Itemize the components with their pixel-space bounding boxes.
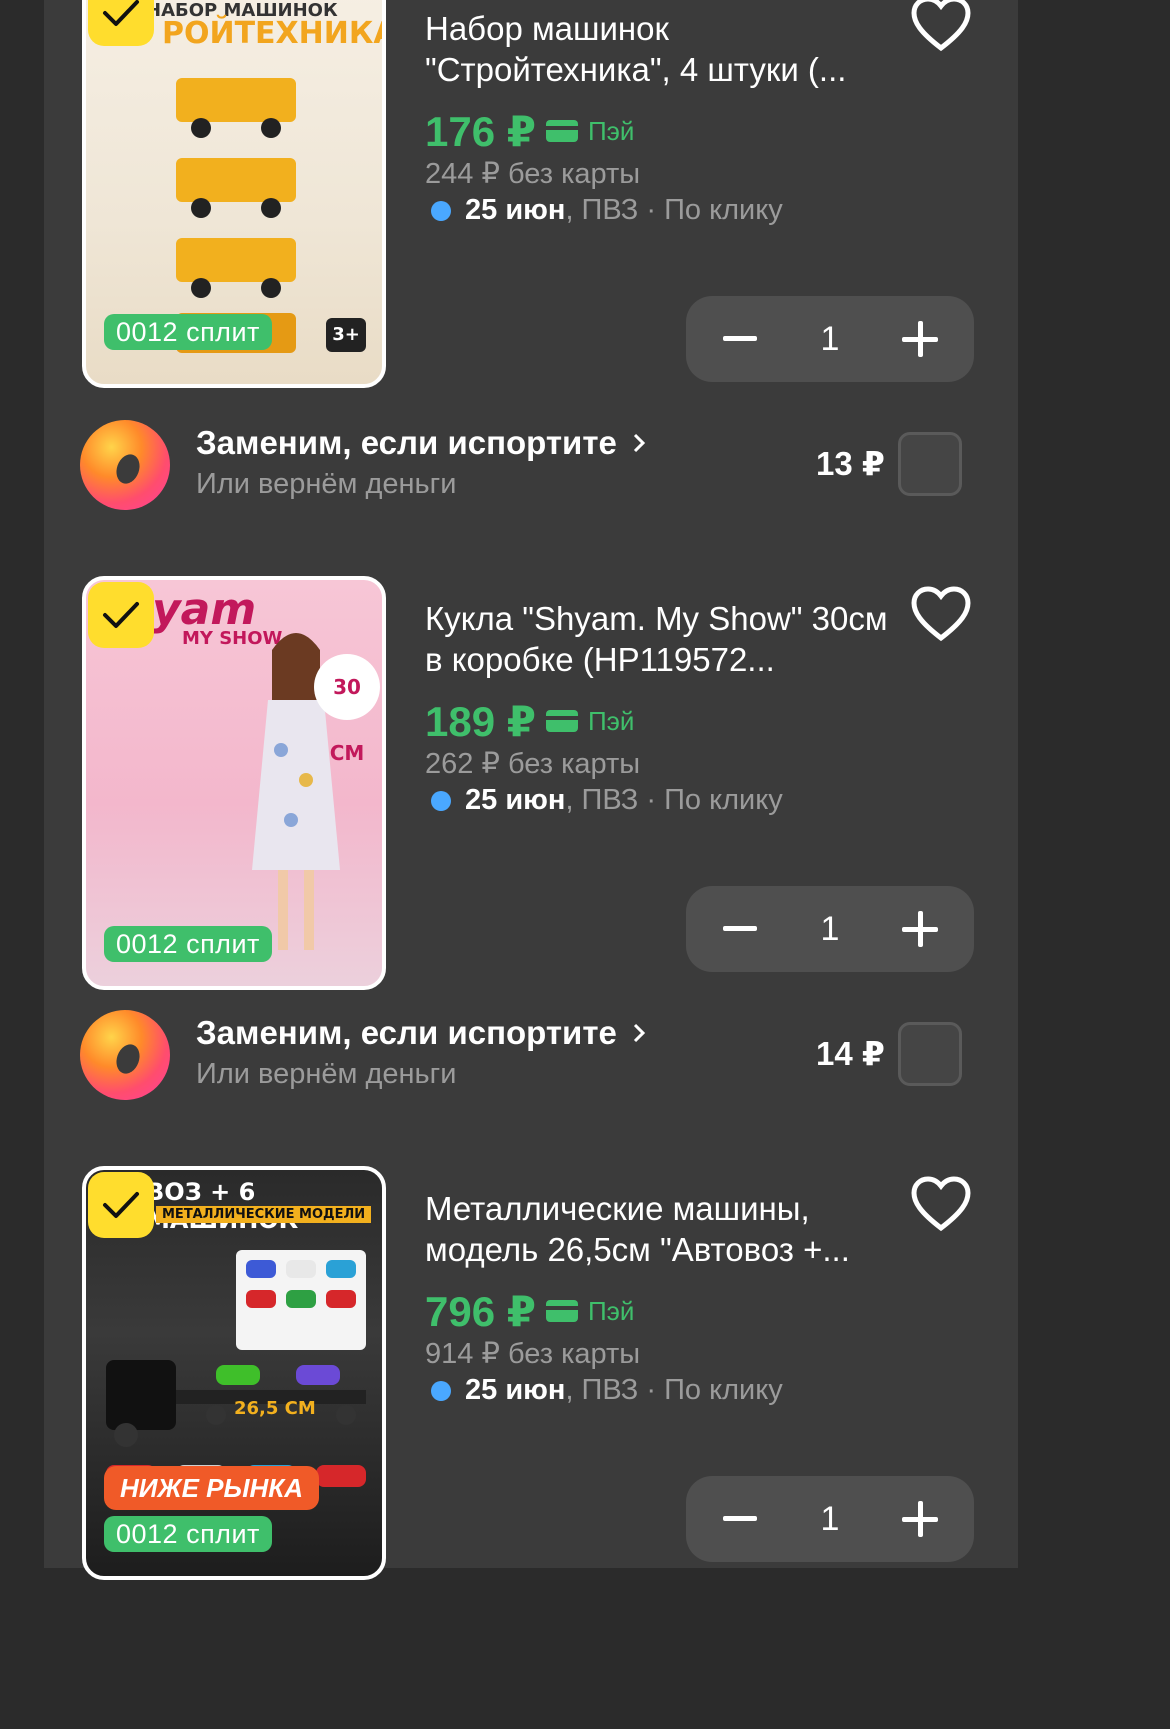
check-icon [103,1192,139,1218]
pay-label: Пэй [587,1295,635,1326]
delivery-info: 25 июн , ПВЗ · По клику [425,1374,783,1407]
delivery-date: 25 июн [465,194,566,226]
heart-icon[interactable] [910,586,972,642]
check-icon [103,602,139,628]
increase-button[interactable] [900,909,940,949]
increase-button[interactable] [900,319,940,359]
decrease-button[interactable] [720,909,760,949]
below-market-badge: НИЖЕ РЫНКА [104,1466,320,1510]
plus-icon [901,1501,938,1537]
price-row: 189 ₽ Пэй [425,696,634,746]
chevron-right-icon [633,433,646,453]
price-row: 796 ₽ Пэй [425,1286,634,1336]
insurance-option[interactable]: Заменим, если испортите Или вернём деньг… [44,420,1018,512]
insurance-option[interactable]: Заменим, если испортите Или вернём деньг… [44,1010,1018,1102]
image-headline: РОЙТЕХНИКА [162,16,386,51]
insurance-logo-icon [80,1010,170,1100]
product-image[interactable]: НАБОР МАШИНОК РОЙТЕХНИКА 3+ 0012 сплит [82,0,386,388]
delivery-dot-icon [431,790,451,811]
price: 189 ₽ [425,697,536,745]
quantity-stepper: 1 [686,886,974,972]
quantity-value[interactable]: 1 [821,910,840,949]
quantity-stepper: 1 [686,296,974,382]
product-image[interactable]: ВОЗ + 6 МАШИНОК МЕТАЛЛИЧЕСКИЕ МОДЕЛИ 26,… [82,1166,386,1580]
minus-icon [723,926,757,931]
card-icon [545,1300,578,1322]
cart-list: НАБОР МАШИНОК РОЙТЕХНИКА 3+ 0012 сплит Н… [44,0,1018,1580]
delivery-date: 25 июн [465,1374,566,1406]
heart-icon[interactable] [910,1176,972,1232]
quantity-value[interactable]: 1 [821,1500,840,1539]
toy-trucks-illustration [176,78,296,353]
select-checkbox[interactable] [88,582,154,648]
increase-button[interactable] [900,1499,940,1539]
select-checkbox[interactable] [88,1172,154,1238]
quantity-value[interactable]: 1 [821,320,840,359]
minus-icon [723,1516,757,1521]
split-badge: 0012 сплит [104,314,272,350]
car-carrier-illustration [106,1250,366,1487]
old-price: 244 ₽ без карты [425,158,641,190]
image-headline: МЕТАЛЛИЧЕСКИЕ МОДЕЛИ [156,1206,372,1223]
plus-icon [901,321,938,357]
insurance-subtitle: Или вернём деньги [196,1058,457,1090]
pay-label: Пэй [587,115,635,146]
delivery-info: 25 июн , ПВЗ · По клику [425,784,783,817]
insurance-price: 14 ₽ [816,1035,885,1072]
insurance-price: 13 ₽ [816,445,885,482]
old-price: 914 ₽ без карты [425,1338,641,1370]
heart-icon[interactable] [910,0,972,52]
delivery-dot-icon [431,1380,451,1401]
insurance-checkbox[interactable] [898,432,962,496]
old-price: 262 ₽ без карты [425,748,641,780]
quantity-stepper: 1 [686,1476,974,1562]
insurance-subtitle: Или вернём деньги [196,468,457,500]
price-row: 176 ₽ Пэй [425,106,634,156]
insurance-logo-icon [80,420,170,510]
insurance-title[interactable]: Заменим, если испортите [196,1014,646,1052]
decrease-button[interactable] [720,1499,760,1539]
delivery-date: 25 июн [465,784,566,816]
product-image[interactable]: yam MY SHOW 30 СМ 0012 сплит [82,576,386,990]
product-title[interactable]: Кукла "Shyam. My Show" 30см в коробке (H… [425,598,895,680]
size-badge: 30 СМ [314,654,380,765]
split-badge: 0012 сплит [104,1516,272,1552]
decrease-button[interactable] [720,319,760,359]
select-checkbox[interactable] [88,0,154,46]
minus-icon [723,336,757,341]
price: 796 ₽ [425,1287,536,1335]
product-title[interactable]: Металлические машины, модель 26,5см "Авт… [425,1188,895,1270]
delivery-dot-icon [431,200,451,221]
insurance-checkbox[interactable] [898,1022,962,1086]
chevron-right-icon [633,1023,646,1043]
delivery-info: 25 июн , ПВЗ · По клику [425,194,783,227]
card-icon [545,120,578,142]
card-icon [545,710,578,732]
plus-icon [901,911,938,947]
pay-label: Пэй [587,705,635,736]
length-badge: 26,5 СМ [234,1398,316,1419]
delivery-details: , ПВЗ · По клику [565,784,783,816]
split-badge: 0012 сплит [104,926,272,962]
delivery-details: , ПВЗ · По клику [565,194,783,226]
check-icon [103,0,139,26]
delivery-details: , ПВЗ · По клику [565,1374,783,1406]
age-badge: 3+ [326,318,366,352]
product-title[interactable]: Набор машинок "Стройтехника", 4 штуки (.… [425,8,895,90]
price: 176 ₽ [425,107,536,155]
insurance-title[interactable]: Заменим, если испортите [196,424,646,462]
